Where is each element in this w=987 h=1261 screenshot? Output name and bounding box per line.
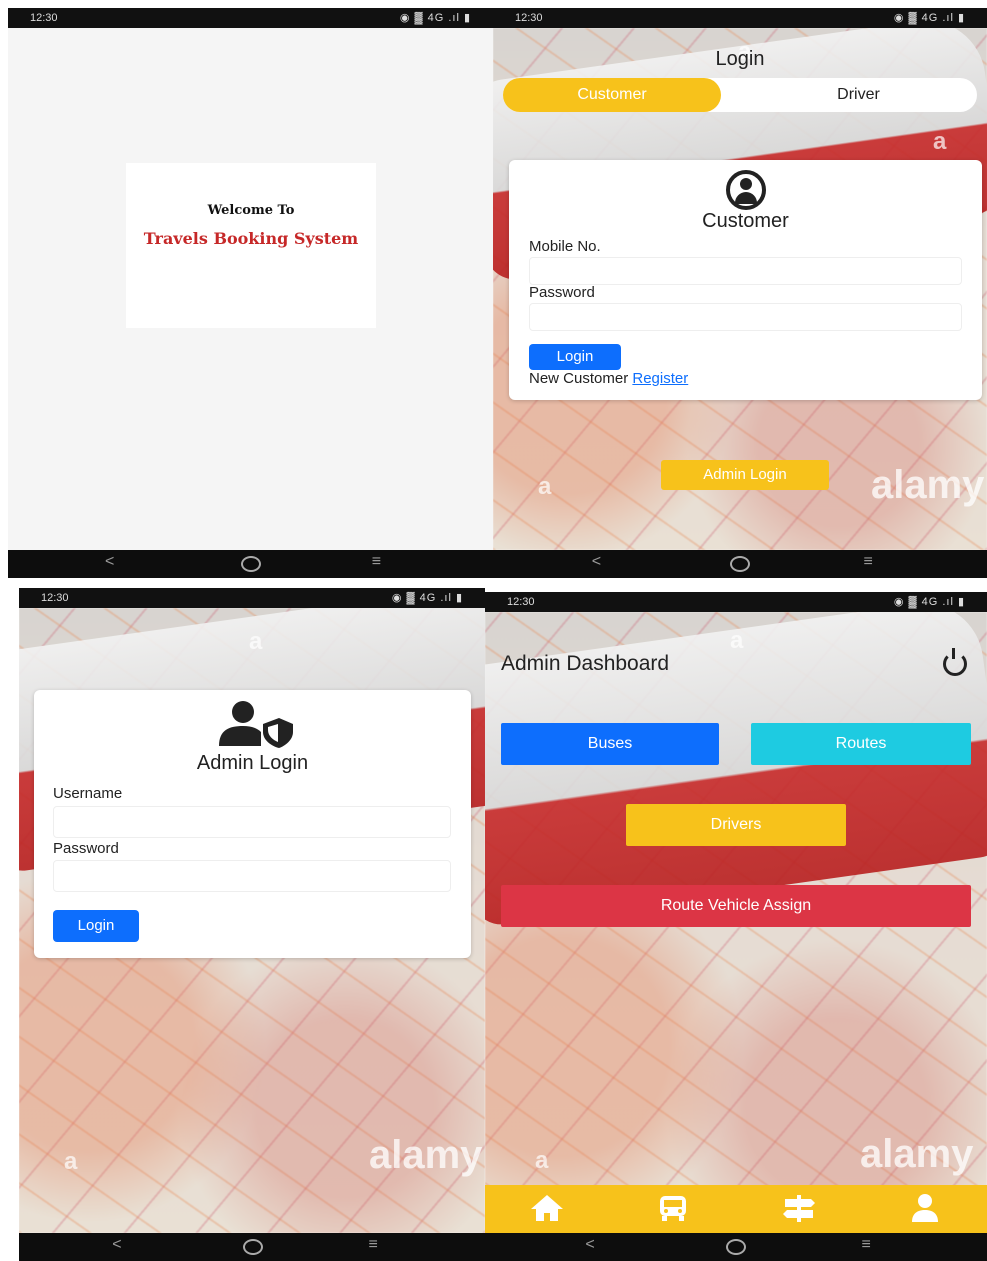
user-shield-icon [218,701,293,748]
recents-icon[interactable]: ≡ [369,1236,378,1254]
card-title: Customer [702,210,789,232]
status-indicators: ◉ ▓ 4G .ıl ▮ [893,596,965,608]
status-bar: 12:30 ◉ ▓ 4G .ıl ▮ [485,592,987,612]
recents-icon[interactable]: ≡ [862,1236,871,1254]
system-nav-bar: < ≡ [485,1233,987,1261]
watermark-alamy: alamy [369,1133,483,1177]
status-time: 12:30 [507,596,535,608]
password-input[interactable] [529,303,962,331]
back-icon[interactable]: < [592,553,601,571]
mobile-label: Mobile No. [529,238,601,255]
login-button[interactable]: Login [529,344,621,370]
watermark-a: a [249,628,263,655]
status-time: 12:30 [30,12,58,24]
buses-button[interactable]: Buses [501,723,719,765]
signpost-icon[interactable] [781,1193,817,1223]
status-time: 12:30 [515,12,543,24]
status-bar: 12:30 ◉ ▓ 4G .ıl ▮ [493,8,987,28]
drivers-button[interactable]: Drivers [626,804,846,846]
back-icon[interactable]: < [112,1236,121,1254]
page-title: Admin Dashboard [501,652,670,675]
tab-customer[interactable]: Customer [503,78,722,112]
back-icon[interactable]: < [585,1236,594,1254]
username-label: Username [53,785,123,802]
home-icon[interactable] [529,1193,565,1223]
status-bar: 12:30 ◉ ▓ 4G .ıl ▮ [8,8,493,28]
new-customer-row: New Customer Register [529,370,688,387]
login-button[interactable]: Login [53,910,139,942]
admin-login-card: Admin Login Username Password Login [34,690,471,958]
watermark-alamy: alamy [860,1132,974,1176]
system-nav-bar: < ≡ [19,1233,485,1261]
system-nav-bar: < ≡ [8,550,493,578]
power-icon[interactable] [943,648,967,676]
login-tabs: Customer Driver [503,78,977,112]
watermark-a: a [933,128,947,155]
splash-screen: 12:30 ◉ ▓ 4G .ıl ▮ Welcome To Travels Bo… [8,8,493,578]
new-customer-text: New Customer [529,370,629,387]
welcome-text: Welcome To [207,203,295,218]
bottom-tab-bar [485,1185,987,1233]
customer-login-screen: a a a alamy 12:30 ◉ ▓ 4G .ıl ▮ Login Cus… [493,8,987,578]
home-icon[interactable] [725,1239,746,1255]
routes-button[interactable]: Routes [751,723,971,765]
watermark-a: a [64,1148,78,1175]
password-input[interactable] [53,860,451,892]
watermark-alamy: alamy [871,463,985,507]
user-icon[interactable] [907,1193,943,1223]
page-title: Login [715,48,765,70]
home-icon[interactable] [730,556,751,572]
card-title: Admin Login [196,752,309,774]
password-label: Password [529,284,595,301]
app-name: Travels Booking System [143,229,359,248]
system-nav-bar: < ≡ [493,550,987,578]
tab-driver[interactable]: Driver [740,78,977,112]
back-icon[interactable]: < [105,553,114,571]
mobile-input[interactable] [529,257,962,285]
watermark-a: a [535,1147,549,1174]
recents-icon[interactable]: ≡ [864,553,873,571]
admin-login-button[interactable]: Admin Login [661,460,829,490]
status-bar: 12:30 ◉ ▓ 4G .ıl ▮ [19,588,485,608]
recents-icon[interactable]: ≡ [372,553,381,571]
watermark-a: a [538,473,552,500]
password-label: Password [53,840,119,857]
home-icon[interactable] [240,556,261,572]
watermark-a: a [730,627,744,654]
admin-login-screen: a a alamy 12:30 ◉ ▓ 4G .ıl ▮ Admin Login… [19,588,485,1261]
status-indicators: ◉ ▓ 4G .ıl ▮ [893,12,965,24]
user-circle-icon [725,170,766,210]
status-time: 12:30 [41,592,69,604]
username-input[interactable] [53,806,451,838]
home-icon[interactable] [242,1239,263,1255]
splash-card: Welcome To Travels Booking System [126,163,376,328]
status-indicators: ◉ ▓ 4G .ıl ▮ [399,12,471,24]
status-indicators: ◉ ▓ 4G .ıl ▮ [391,592,463,604]
customer-login-card: Customer Mobile No. Password Login New C… [509,160,982,400]
bus-icon[interactable] [655,1193,691,1223]
register-link[interactable]: Register [632,370,688,387]
admin-dashboard-screen: a a alamy 12:30 ◉ ▓ 4G .ıl ▮ Admin Dashb… [485,592,987,1261]
route-vehicle-assign-button[interactable]: Route Vehicle Assign [501,885,971,927]
